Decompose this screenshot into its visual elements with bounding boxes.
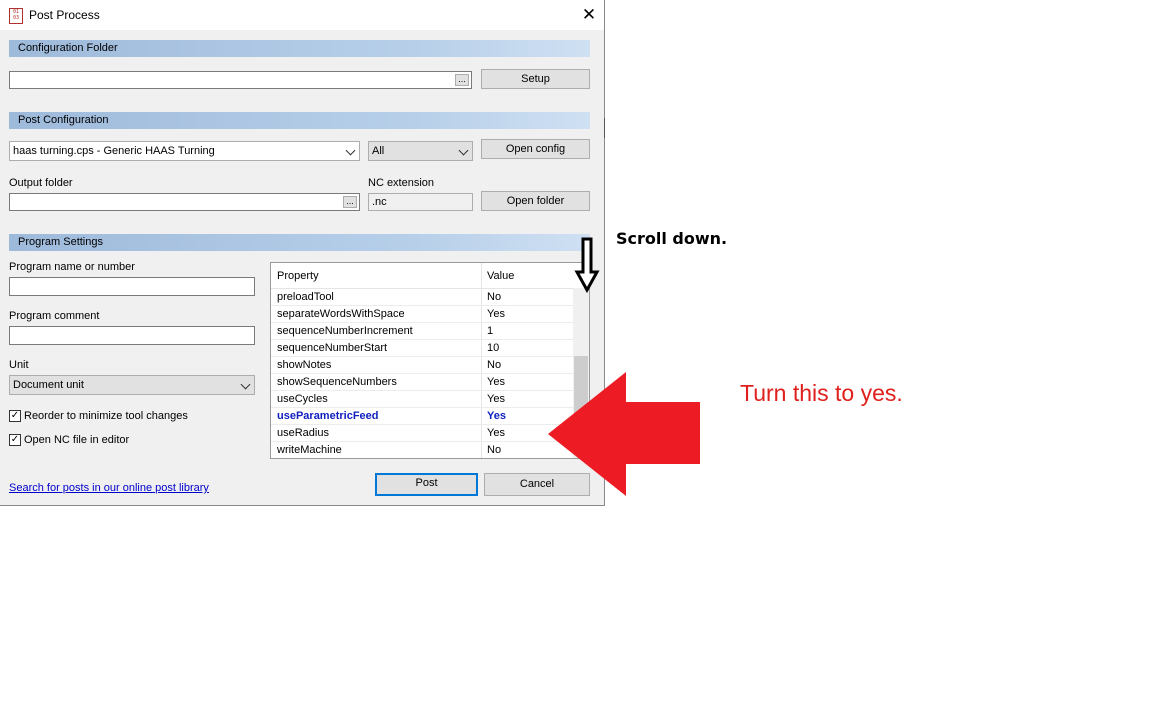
property-row-writemachine[interactable]: writeMachine No — [271, 442, 573, 459]
property-value[interactable]: Yes — [487, 427, 505, 439]
program-comment-label: Program comment — [9, 310, 100, 322]
property-name: showSequenceNumbers — [277, 376, 397, 388]
property-name: writeMachine — [277, 444, 342, 456]
property-value[interactable]: Yes — [487, 410, 506, 422]
property-row-separatewordswithspace[interactable]: separateWordsWithSpace Yes — [271, 306, 573, 323]
property-row-useparametricfeed[interactable]: useParametricFeed Yes — [271, 408, 573, 425]
property-row-sequencenumberincrement[interactable]: sequenceNumberIncrement 1 — [271, 323, 573, 340]
background-window-edge — [604, 118, 605, 138]
scroll-down-annotation: Scroll down. — [616, 229, 728, 248]
section-post-configuration: Post Configuration — [9, 112, 590, 129]
program-name-input[interactable] — [9, 277, 255, 296]
post-process-app-icon: 01 03 — [9, 8, 23, 24]
open-config-button[interactable]: Open config — [481, 139, 590, 159]
program-name-label: Program name or number — [9, 261, 135, 273]
setup-button[interactable]: Setup — [481, 69, 590, 89]
output-folder-browse-button[interactable]: ... — [343, 196, 357, 208]
property-grid[interactable]: Property Value preloadTool No separateWor… — [270, 262, 590, 459]
property-name: separateWordsWithSpace — [277, 308, 405, 320]
property-value[interactable]: Yes — [487, 376, 505, 388]
config-folder-browse-button[interactable]: ... — [455, 74, 469, 86]
reorder-label: Reorder to minimize tool changes — [24, 410, 188, 422]
open-folder-button[interactable]: Open folder — [481, 191, 590, 211]
property-name: showNotes — [277, 359, 332, 371]
unit-label: Unit — [9, 359, 29, 371]
unit-select[interactable]: Document unit — [9, 375, 255, 395]
nc-extension-field[interactable]: .nc — [368, 193, 473, 211]
property-row-showsequencenumbers[interactable]: showSequenceNumbers Yes — [271, 374, 573, 391]
property-row-usecycles[interactable]: useCycles Yes — [271, 391, 573, 408]
property-value[interactable]: No — [487, 359, 501, 371]
property-row-preloadtool[interactable]: preloadTool No — [271, 289, 573, 306]
value-column-header[interactable]: Value — [487, 270, 514, 282]
chevron-down-icon — [345, 145, 356, 156]
unit-value: Document unit — [13, 379, 84, 391]
title-bar: 01 03 Post Process ✕ — [0, 0, 604, 30]
post-filter-select[interactable]: All — [368, 141, 473, 161]
section-configuration-folder: Configuration Folder — [9, 40, 590, 57]
property-column-header[interactable]: Property — [277, 270, 319, 282]
scroll-down-arrow-icon — [574, 237, 600, 294]
config-folder-field[interactable]: ... — [9, 71, 472, 89]
reorder-checkbox[interactable]: ✓ — [9, 410, 21, 422]
chevron-down-icon — [458, 145, 469, 156]
property-name: sequenceNumberIncrement — [277, 325, 413, 337]
property-row-useradius[interactable]: useRadius Yes — [271, 425, 573, 442]
output-folder-label: Output folder — [9, 177, 73, 189]
property-row-sequencenumberstart[interactable]: sequenceNumberStart 10 — [271, 340, 573, 357]
property-value[interactable]: No — [487, 291, 501, 303]
open-nc-label: Open NC file in editor — [24, 434, 130, 446]
property-name: sequenceNumberStart — [277, 342, 388, 354]
post-processor-value: haas turning.cps - Generic HAAS Turning — [13, 145, 215, 157]
property-row-shownotes[interactable]: showNotes No — [271, 357, 573, 374]
property-value[interactable]: 1 — [487, 325, 493, 337]
nc-extension-label: NC extension — [368, 177, 435, 189]
red-pointing-arrow-icon — [548, 372, 700, 496]
turn-yes-annotation: Turn this to yes. — [740, 380, 903, 406]
property-name: useRadius — [277, 427, 329, 439]
open-nc-checkbox[interactable]: ✓ — [9, 434, 21, 446]
property-value[interactable]: 10 — [487, 342, 499, 354]
post-filter-value: All — [372, 145, 385, 157]
post-process-dialog: 01 03 Post Process ✕ Configuration Folde… — [0, 0, 605, 506]
property-value[interactable]: Yes — [487, 393, 505, 405]
window-title: Post Process — [29, 8, 100, 22]
property-value[interactable]: No — [487, 444, 501, 456]
chevron-down-icon — [240, 379, 251, 390]
property-name: useCycles — [277, 393, 328, 405]
property-value[interactable]: Yes — [487, 308, 505, 320]
program-comment-input[interactable] — [9, 326, 255, 345]
close-icon[interactable]: ✕ — [578, 4, 600, 26]
post-processor-select[interactable]: haas turning.cps - Generic HAAS Turning — [9, 141, 360, 161]
output-folder-field[interactable]: ... — [9, 193, 360, 211]
property-grid-header: Property Value — [271, 263, 573, 289]
post-button[interactable]: Post — [375, 473, 478, 496]
property-name: preloadTool — [277, 291, 334, 303]
online-post-library-link[interactable]: Search for posts in our online post libr… — [9, 482, 209, 494]
section-program-settings: Program Settings — [9, 234, 590, 251]
property-name: useParametricFeed — [277, 410, 379, 422]
